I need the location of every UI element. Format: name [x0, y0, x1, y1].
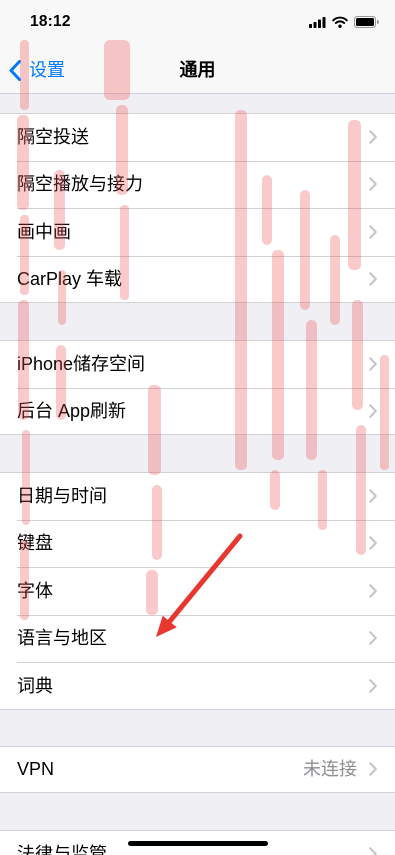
chevron-right-icon [369, 356, 377, 371]
signal-icon [309, 16, 326, 28]
chevron-right-icon [369, 224, 377, 239]
row-language-region[interactable]: 语言与地区 [0, 614, 395, 663]
row-label: 隔空播放与接力 [17, 174, 143, 195]
settings-group-sharing: 隔空投送 隔空播放与接力 画中画 CarPlay 车载 [0, 113, 395, 303]
row-date-time[interactable]: 日期与时间 [0, 472, 395, 520]
row-fonts[interactable]: 字体 [0, 567, 395, 615]
vpn-status-value: 未连接 [303, 759, 357, 780]
settings-group-storage: iPhone储存空间 后台 App刷新 [0, 340, 395, 435]
row-background-app-refresh[interactable]: 后台 App刷新 [0, 387, 395, 436]
back-button[interactable]: 设置 [9, 58, 65, 82]
row-label: 隔空投送 [17, 126, 89, 147]
home-indicator[interactable] [128, 841, 268, 846]
row-label: 日期与时间 [17, 485, 107, 506]
status-time: 18:12 [30, 13, 71, 30]
page-title: 通用 [179, 60, 216, 80]
status-icons [309, 16, 379, 28]
status-bar: 18:12 [0, 0, 395, 44]
row-airplay-handoff[interactable]: 隔空播放与接力 [0, 160, 395, 209]
nav-bar: 设置 通用 [0, 44, 395, 94]
row-carplay[interactable]: CarPlay 车载 [0, 255, 395, 304]
row-label: 键盘 [17, 533, 53, 554]
row-label: iPhone储存空间 [17, 353, 146, 374]
row-label: 词典 [17, 675, 53, 696]
row-label: 画中画 [17, 221, 71, 242]
chevron-right-icon [369, 177, 377, 192]
settings-group-vpn: VPN 未连接 [0, 745, 395, 794]
settings-group-locale: 日期与时间 键盘 字体 语言与地区 词典 [0, 472, 395, 710]
row-label: VPN [17, 759, 55, 780]
battery-icon [354, 16, 379, 28]
wifi-icon [332, 16, 348, 28]
row-dictionary[interactable]: 词典 [0, 662, 395, 710]
header: 18:12 设置 通用 [0, 0, 395, 94]
row-label: 后台 App刷新 [17, 401, 127, 422]
row-iphone-storage[interactable]: iPhone储存空间 [0, 340, 395, 388]
row-picture-in-picture[interactable]: 画中画 [0, 208, 395, 256]
row-vpn[interactable]: VPN 未连接 [0, 746, 395, 794]
chevron-right-icon [369, 488, 377, 503]
chevron-right-icon [369, 536, 377, 551]
row-label: 字体 [17, 580, 53, 601]
chevron-right-icon [369, 678, 377, 693]
chevron-right-icon [369, 846, 377, 855]
row-airdrop[interactable]: 隔空投送 [0, 113, 395, 161]
row-label: 语言与地区 [17, 628, 107, 649]
chevron-right-icon [369, 762, 377, 777]
row-keyboard[interactable]: 键盘 [0, 519, 395, 568]
chevron-left-icon [9, 59, 21, 81]
chevron-right-icon [369, 129, 377, 144]
row-label: CarPlay 车载 [17, 269, 123, 290]
chevron-right-icon [369, 272, 377, 287]
chevron-right-icon [369, 631, 377, 646]
settings-list: 隔空投送 隔空播放与接力 画中画 CarPlay 车载 iPhone储存空间 后… [0, 94, 395, 855]
back-label: 设置 [29, 60, 65, 80]
chevron-right-icon [369, 583, 377, 598]
chevron-right-icon [369, 404, 377, 419]
